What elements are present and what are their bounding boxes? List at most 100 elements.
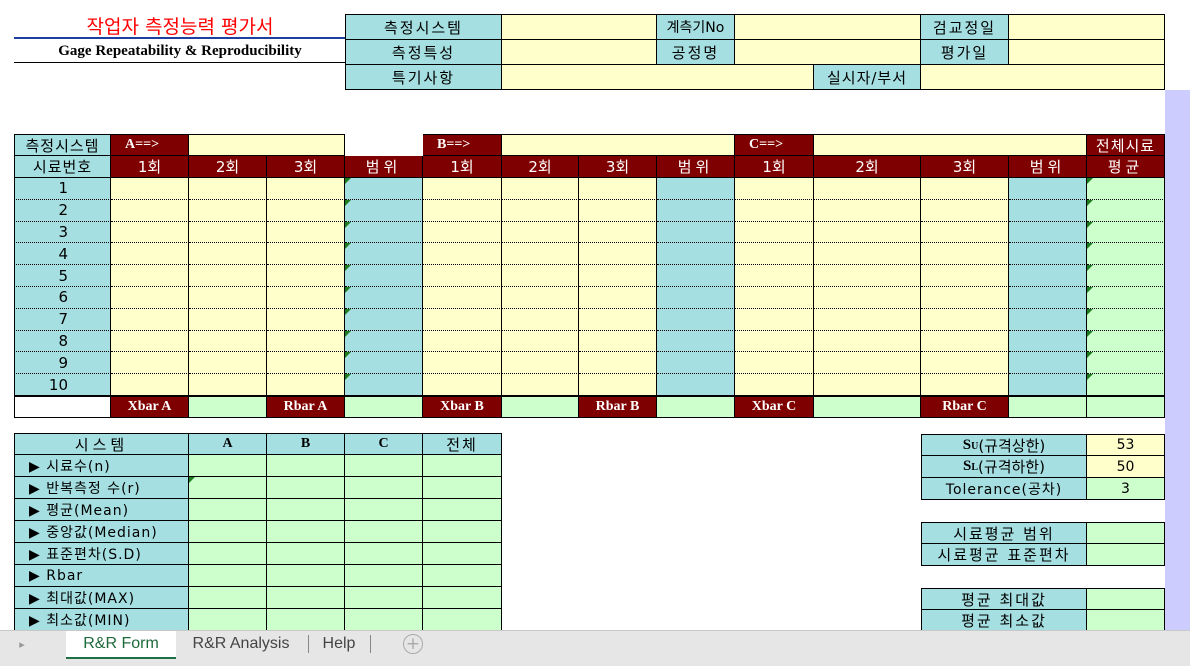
measurement-cell[interactable] — [579, 352, 657, 375]
measurement-cell[interactable] — [267, 374, 345, 396]
measurement-cell[interactable] — [814, 287, 921, 309]
input-operator-b[interactable] — [502, 134, 735, 156]
tab-help[interactable]: Help — [314, 631, 364, 657]
measurement-cell[interactable] — [267, 199, 345, 222]
measurement-cell[interactable] — [267, 330, 345, 353]
measurement-cell[interactable] — [921, 352, 1009, 375]
input-measurement-system[interactable] — [502, 14, 657, 40]
measurement-cell[interactable] — [267, 308, 345, 331]
measurement-cell[interactable] — [423, 265, 502, 287]
measurement-cell[interactable] — [267, 287, 345, 309]
value-upper-spec[interactable]: 53 — [1087, 434, 1165, 456]
measurement-cell[interactable] — [814, 199, 921, 222]
measurement-cell[interactable] — [921, 221, 1009, 244]
measurement-cell[interactable] — [502, 287, 579, 309]
measurement-cell[interactable] — [267, 265, 345, 287]
measurement-cell[interactable] — [735, 374, 814, 396]
measurement-cell[interactable] — [921, 265, 1009, 287]
measurement-cell[interactable] — [189, 243, 267, 266]
measurement-cell[interactable] — [735, 221, 814, 244]
measurement-cell[interactable] — [579, 308, 657, 331]
measurement-cell[interactable] — [189, 178, 267, 200]
measurement-cell[interactable] — [921, 243, 1009, 266]
measurement-cell[interactable] — [423, 308, 502, 331]
input-calibration-date[interactable] — [1009, 14, 1165, 40]
add-sheet-icon[interactable]: + — [403, 634, 423, 654]
measurement-cell[interactable] — [423, 199, 502, 222]
measurement-cell[interactable] — [921, 330, 1009, 353]
measurement-cell[interactable] — [502, 199, 579, 222]
measurement-cell[interactable] — [814, 308, 921, 331]
input-performer[interactable] — [921, 65, 1165, 90]
measurement-cell[interactable] — [921, 308, 1009, 331]
measurement-cell[interactable] — [814, 352, 921, 375]
measurement-cell[interactable] — [111, 330, 189, 353]
measurement-cell[interactable] — [579, 243, 657, 266]
measurement-cell[interactable] — [189, 199, 267, 222]
measurement-cell[interactable] — [267, 178, 345, 200]
measurement-cell[interactable] — [502, 308, 579, 331]
measurement-cell[interactable] — [502, 243, 579, 266]
measurement-cell[interactable] — [423, 352, 502, 375]
input-characteristic[interactable] — [502, 40, 657, 65]
measurement-cell[interactable] — [423, 178, 502, 200]
measurement-cell[interactable] — [579, 178, 657, 200]
measurement-cell[interactable] — [735, 330, 814, 353]
input-process-name[interactable] — [735, 40, 921, 65]
measurement-cell[interactable] — [814, 243, 921, 266]
input-gauge-no[interactable] — [735, 14, 921, 40]
measurement-cell[interactable] — [735, 352, 814, 375]
measurement-cell[interactable] — [579, 265, 657, 287]
input-remarks[interactable] — [502, 65, 814, 90]
measurement-cell[interactable] — [189, 374, 267, 396]
measurement-cell[interactable] — [814, 178, 921, 200]
measurement-cell[interactable] — [502, 352, 579, 375]
measurement-cell[interactable] — [921, 178, 1009, 200]
measurement-cell[interactable] — [735, 265, 814, 287]
measurement-cell[interactable] — [502, 265, 579, 287]
measurement-cell[interactable] — [111, 221, 189, 244]
measurement-cell[interactable] — [502, 330, 579, 353]
measurement-cell[interactable] — [735, 308, 814, 331]
measurement-cell[interactable] — [423, 374, 502, 396]
measurement-cell[interactable] — [423, 243, 502, 266]
input-evaluation-date[interactable] — [1009, 40, 1165, 65]
measurement-cell[interactable] — [423, 287, 502, 309]
measurement-cell[interactable] — [111, 287, 189, 309]
measurement-cell[interactable] — [814, 330, 921, 353]
measurement-cell[interactable] — [502, 374, 579, 396]
measurement-cell[interactable] — [423, 330, 502, 353]
measurement-cell[interactable] — [111, 199, 189, 222]
measurement-cell[interactable] — [579, 221, 657, 244]
measurement-cell[interactable] — [735, 243, 814, 266]
measurement-cell[interactable] — [189, 308, 267, 331]
measurement-cell[interactable] — [579, 374, 657, 396]
scroll-left-icon[interactable]: ▸ — [14, 635, 30, 653]
measurement-cell[interactable] — [111, 178, 189, 200]
measurement-cell[interactable] — [267, 243, 345, 266]
tab-rr-analysis[interactable]: R&R Analysis — [180, 631, 302, 657]
tab-rr-form[interactable]: R&R Form — [66, 631, 176, 659]
input-operator-c[interactable] — [814, 134, 1087, 156]
measurement-cell[interactable] — [111, 352, 189, 375]
measurement-cell[interactable] — [423, 221, 502, 244]
measurement-cell[interactable] — [111, 243, 189, 266]
measurement-cell[interactable] — [735, 287, 814, 309]
measurement-cell[interactable] — [502, 178, 579, 200]
measurement-cell[interactable] — [579, 287, 657, 309]
measurement-cell[interactable] — [267, 221, 345, 244]
measurement-cell[interactable] — [502, 221, 579, 244]
measurement-cell[interactable] — [189, 221, 267, 244]
measurement-cell[interactable] — [579, 199, 657, 222]
measurement-cell[interactable] — [921, 287, 1009, 309]
measurement-cell[interactable] — [267, 352, 345, 375]
measurement-cell[interactable] — [111, 265, 189, 287]
measurement-cell[interactable] — [189, 352, 267, 375]
measurement-cell[interactable] — [189, 265, 267, 287]
measurement-cell[interactable] — [814, 265, 921, 287]
measurement-cell[interactable] — [189, 330, 267, 353]
value-lower-spec[interactable]: 50 — [1087, 456, 1165, 478]
measurement-cell[interactable] — [735, 199, 814, 222]
input-operator-a[interactable] — [189, 134, 345, 156]
measurement-cell[interactable] — [579, 330, 657, 353]
